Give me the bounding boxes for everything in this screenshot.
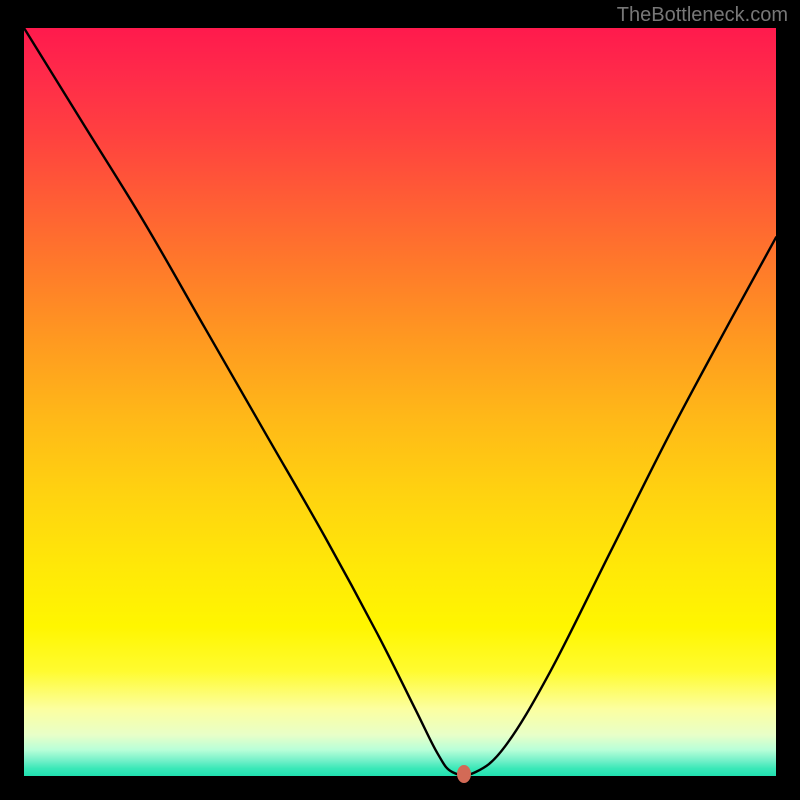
watermark-text: TheBottleneck.com: [617, 4, 788, 27]
bottleneck-curve-path: [24, 28, 776, 775]
optimal-point-marker: [457, 765, 471, 783]
curve-layer: [24, 28, 776, 776]
chart-container: TheBottleneck.com: [0, 0, 800, 800]
plot-area: [24, 28, 776, 776]
